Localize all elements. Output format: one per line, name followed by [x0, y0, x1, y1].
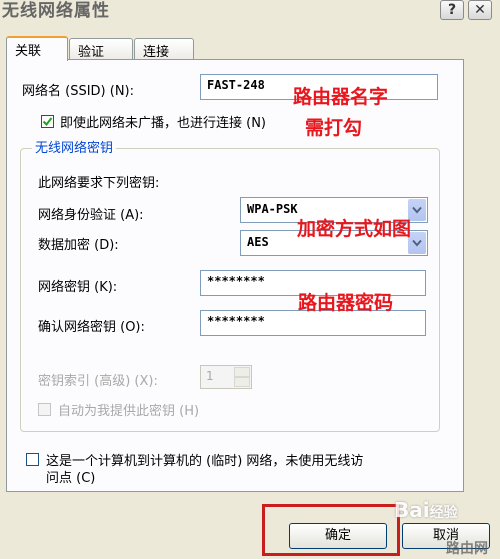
tab-connection[interactable]: 连接 [134, 38, 194, 60]
adhoc-checkbox[interactable] [26, 453, 39, 466]
chevron-down-icon [412, 239, 422, 247]
confirm-key-label: 确认网络密钥 (O): [38, 320, 145, 335]
key-index-value: 1 [206, 369, 214, 383]
auth-select-value: WPA-PSK [247, 202, 298, 216]
auto-key-label: 自动为我提供此密钥 (H) [58, 404, 200, 419]
check-icon [42, 117, 53, 127]
broadcast-label: 即使此网络未广播，也进行连接 (N) [60, 116, 267, 131]
tab-authentication[interactable]: 验证 [69, 38, 133, 60]
broadcast-checkbox[interactable] [41, 115, 54, 128]
watermark-brand: Bai [394, 498, 430, 522]
help-button[interactable]: ? [440, 0, 464, 20]
ok-highlight-box [262, 504, 400, 556]
close-icon: ✕ [474, 2, 486, 18]
ssid-label: 网络名 (SSID) (N): [22, 84, 135, 99]
spin-down-button[interactable] [234, 377, 250, 387]
spin-up-button[interactable] [234, 367, 250, 377]
key-required-label: 此网络要求下列密钥: [38, 176, 160, 191]
auth-label: 网络身份验证 (A): [38, 208, 144, 223]
key-index-spinner[interactable]: 1 [200, 365, 252, 389]
adhoc-label-line2: 问点 (C) [46, 471, 96, 486]
annotation-check-needed: 需打勾 [305, 117, 363, 139]
encryption-label: 数据加密 (D): [38, 238, 119, 253]
window-title: 无线网络属性 [2, 1, 110, 21]
auto-key-checkbox[interactable] [38, 403, 51, 416]
title-bar: 无线网络属性 ? ✕ [0, 0, 500, 26]
watermark-logo: Bai经验 [394, 498, 458, 522]
wireless-key-group-title: 无线网络密钥 [32, 137, 117, 156]
annotation-router-name: 路由器名字 [293, 86, 389, 108]
annotation-router-password: 路由器密码 [298, 292, 394, 314]
watermark-corner-text: 路由网 [446, 541, 488, 557]
chevron-down-icon [412, 206, 422, 214]
key-index-label: 密钥索引 (高级) (X): [38, 374, 158, 389]
encryption-select-value: AES [247, 235, 269, 249]
close-button[interactable]: ✕ [468, 0, 492, 20]
network-key-label: 网络密钥 (K): [38, 280, 118, 295]
tab-association[interactable]: 关联 [6, 36, 68, 61]
watermark-suffix: 经验 [429, 505, 458, 521]
annotation-encryption-method: 加密方式如图 [297, 218, 412, 240]
